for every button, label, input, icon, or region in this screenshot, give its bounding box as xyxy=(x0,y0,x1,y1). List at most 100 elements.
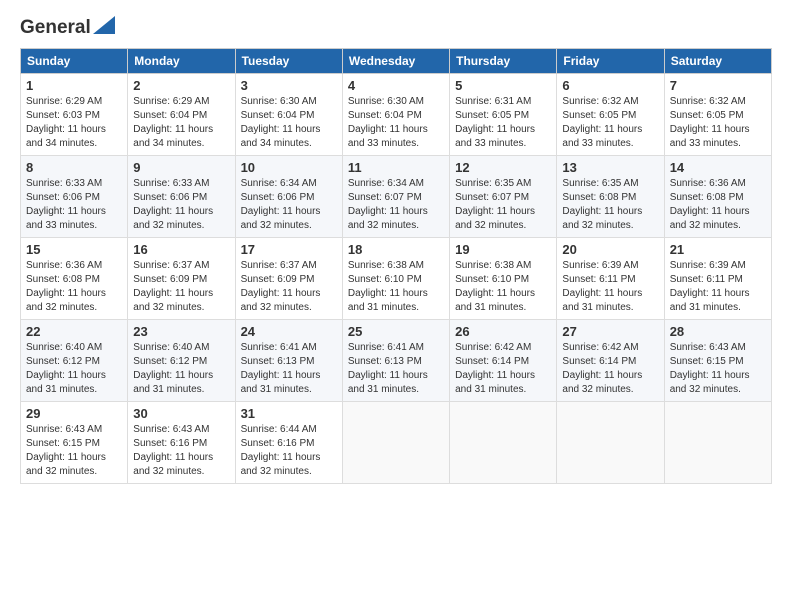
day-number: 13 xyxy=(562,160,658,175)
day-cell: 16 Sunrise: 6:37 AM Sunset: 6:09 PM Dayli… xyxy=(128,237,235,319)
week-row-2: 8Sunrise: 6:33 AM Sunset: 6:06 PM Daylig… xyxy=(21,155,772,237)
day-cell: 21 Sunrise: 6:39 AM Sunset: 6:11 PM Dayli… xyxy=(664,237,771,319)
day-cell: 4Sunrise: 6:30 AM Sunset: 6:04 PM Daylig… xyxy=(342,73,449,155)
week-row-5: 29 Sunrise: 6:43 AM Sunset: 6:15 PM Dayli… xyxy=(21,401,772,483)
day-number: 25 xyxy=(348,324,444,339)
day-info: Sunrise: 6:32 AM Sunset: 6:05 PM Dayligh… xyxy=(670,95,766,151)
day-cell: 7 Sunrise: 6:32 AM Sunset: 6:05 PM Daylig… xyxy=(664,73,771,155)
weekday-tuesday: Tuesday xyxy=(235,48,342,73)
day-number: 2 xyxy=(133,78,229,93)
day-info: Sunrise: 6:41 AM Sunset: 6:13 PM Dayligh… xyxy=(348,341,444,397)
logo: General xyxy=(20,16,115,38)
day-info: Sunrise: 6:32 AM Sunset: 6:05 PM Dayligh… xyxy=(562,95,658,151)
day-cell xyxy=(450,401,557,483)
day-cell: 31Sunrise: 6:44 AM Sunset: 6:16 PM Dayli… xyxy=(235,401,342,483)
weekday-wednesday: Wednesday xyxy=(342,48,449,73)
day-cell: 27Sunrise: 6:42 AM Sunset: 6:14 PM Dayli… xyxy=(557,319,664,401)
day-info: Sunrise: 6:42 AM Sunset: 6:14 PM Dayligh… xyxy=(455,341,551,397)
day-info: Sunrise: 6:40 AM Sunset: 6:12 PM Dayligh… xyxy=(26,341,122,397)
day-number: 28 xyxy=(670,324,766,339)
day-cell: 18 Sunrise: 6:38 AM Sunset: 6:10 PM Dayli… xyxy=(342,237,449,319)
day-info: Sunrise: 6:41 AM Sunset: 6:13 PM Dayligh… xyxy=(241,341,337,397)
day-info: Sunrise: 6:37 AM Sunset: 6:09 PM Dayligh… xyxy=(133,259,229,315)
weekday-header-row: SundayMondayTuesdayWednesdayThursdayFrid… xyxy=(21,48,772,73)
day-cell: 8Sunrise: 6:33 AM Sunset: 6:06 PM Daylig… xyxy=(21,155,128,237)
day-number: 18 xyxy=(348,242,444,257)
day-info: Sunrise: 6:39 AM Sunset: 6:11 PM Dayligh… xyxy=(562,259,658,315)
day-number: 10 xyxy=(241,160,337,175)
day-info: Sunrise: 6:30 AM Sunset: 6:04 PM Dayligh… xyxy=(348,95,444,151)
week-row-3: 15Sunrise: 6:36 AM Sunset: 6:08 PM Dayli… xyxy=(21,237,772,319)
day-number: 11 xyxy=(348,160,444,175)
day-cell: 13Sunrise: 6:35 AM Sunset: 6:08 PM Dayli… xyxy=(557,155,664,237)
day-cell: 20 Sunrise: 6:39 AM Sunset: 6:11 PM Dayli… xyxy=(557,237,664,319)
day-number: 14 xyxy=(670,160,766,175)
week-row-4: 22 Sunrise: 6:40 AM Sunset: 6:12 PM Dayli… xyxy=(21,319,772,401)
day-info: Sunrise: 6:43 AM Sunset: 6:15 PM Dayligh… xyxy=(670,341,766,397)
day-info: Sunrise: 6:36 AM Sunset: 6:08 PM Dayligh… xyxy=(670,177,766,233)
day-info: Sunrise: 6:34 AM Sunset: 6:07 PM Dayligh… xyxy=(348,177,444,233)
day-number: 3 xyxy=(241,78,337,93)
day-cell: 25 Sunrise: 6:41 AM Sunset: 6:13 PM Dayli… xyxy=(342,319,449,401)
day-info: Sunrise: 6:31 AM Sunset: 6:05 PM Dayligh… xyxy=(455,95,551,151)
calendar-table: SundayMondayTuesdayWednesdayThursdayFrid… xyxy=(20,48,772,484)
day-number: 7 xyxy=(670,78,766,93)
day-cell: 10 Sunrise: 6:34 AM Sunset: 6:06 PM Dayli… xyxy=(235,155,342,237)
day-number: 20 xyxy=(562,242,658,257)
day-cell: 19 Sunrise: 6:38 AM Sunset: 6:10 PM Dayli… xyxy=(450,237,557,319)
day-number: 22 xyxy=(26,324,122,339)
day-cell: 29 Sunrise: 6:43 AM Sunset: 6:15 PM Dayli… xyxy=(21,401,128,483)
day-cell: 9 Sunrise: 6:33 AM Sunset: 6:06 PM Daylig… xyxy=(128,155,235,237)
day-number: 24 xyxy=(241,324,337,339)
day-cell: 30 Sunrise: 6:43 AM Sunset: 6:16 PM Dayli… xyxy=(128,401,235,483)
day-info: Sunrise: 6:34 AM Sunset: 6:06 PM Dayligh… xyxy=(241,177,337,233)
day-info: Sunrise: 6:38 AM Sunset: 6:10 PM Dayligh… xyxy=(455,259,551,315)
day-number: 9 xyxy=(133,160,229,175)
day-number: 26 xyxy=(455,324,551,339)
day-cell: 24 Sunrise: 6:41 AM Sunset: 6:13 PM Dayli… xyxy=(235,319,342,401)
day-number: 6 xyxy=(562,78,658,93)
logo-text: General xyxy=(20,16,115,40)
weekday-saturday: Saturday xyxy=(664,48,771,73)
day-info: Sunrise: 6:33 AM Sunset: 6:06 PM Dayligh… xyxy=(133,177,229,233)
day-info: Sunrise: 6:37 AM Sunset: 6:09 PM Dayligh… xyxy=(241,259,337,315)
day-cell: 3 Sunrise: 6:30 AM Sunset: 6:04 PM Daylig… xyxy=(235,73,342,155)
day-cell: 5 Sunrise: 6:31 AM Sunset: 6:05 PM Daylig… xyxy=(450,73,557,155)
day-info: Sunrise: 6:33 AM Sunset: 6:06 PM Dayligh… xyxy=(26,177,122,233)
day-cell: 17Sunrise: 6:37 AM Sunset: 6:09 PM Dayli… xyxy=(235,237,342,319)
day-info: Sunrise: 6:30 AM Sunset: 6:04 PM Dayligh… xyxy=(241,95,337,151)
day-info: Sunrise: 6:29 AM Sunset: 6:03 PM Dayligh… xyxy=(26,95,122,151)
day-number: 29 xyxy=(26,406,122,421)
day-number: 30 xyxy=(133,406,229,421)
day-cell xyxy=(557,401,664,483)
day-info: Sunrise: 6:40 AM Sunset: 6:12 PM Dayligh… xyxy=(133,341,229,397)
day-info: Sunrise: 6:29 AM Sunset: 6:04 PM Dayligh… xyxy=(133,95,229,151)
day-cell: 26 Sunrise: 6:42 AM Sunset: 6:14 PM Dayli… xyxy=(450,319,557,401)
day-number: 19 xyxy=(455,242,551,257)
day-info: Sunrise: 6:39 AM Sunset: 6:11 PM Dayligh… xyxy=(670,259,766,315)
day-number: 5 xyxy=(455,78,551,93)
page: General SundayMondayTuesdayWednesda xyxy=(0,0,792,612)
day-number: 27 xyxy=(562,324,658,339)
day-info: Sunrise: 6:36 AM Sunset: 6:08 PM Dayligh… xyxy=(26,259,122,315)
day-info: Sunrise: 6:35 AM Sunset: 6:07 PM Dayligh… xyxy=(455,177,551,233)
day-cell: 2 Sunrise: 6:29 AM Sunset: 6:04 PM Daylig… xyxy=(128,73,235,155)
logo-icon xyxy=(93,16,115,34)
day-cell: 28 Sunrise: 6:43 AM Sunset: 6:15 PM Dayli… xyxy=(664,319,771,401)
day-cell: 15Sunrise: 6:36 AM Sunset: 6:08 PM Dayli… xyxy=(21,237,128,319)
day-number: 21 xyxy=(670,242,766,257)
day-info: Sunrise: 6:43 AM Sunset: 6:15 PM Dayligh… xyxy=(26,423,122,479)
week-row-1: 1 Sunrise: 6:29 AM Sunset: 6:03 PM Daylig… xyxy=(21,73,772,155)
weekday-monday: Monday xyxy=(128,48,235,73)
weekday-sunday: Sunday xyxy=(21,48,128,73)
day-number: 16 xyxy=(133,242,229,257)
day-cell: 6 Sunrise: 6:32 AM Sunset: 6:05 PM Daylig… xyxy=(557,73,664,155)
weekday-friday: Friday xyxy=(557,48,664,73)
day-info: Sunrise: 6:43 AM Sunset: 6:16 PM Dayligh… xyxy=(133,423,229,479)
day-cell: 12Sunrise: 6:35 AM Sunset: 6:07 PM Dayli… xyxy=(450,155,557,237)
day-number: 1 xyxy=(26,78,122,93)
day-info: Sunrise: 6:38 AM Sunset: 6:10 PM Dayligh… xyxy=(348,259,444,315)
day-cell: 22 Sunrise: 6:40 AM Sunset: 6:12 PM Dayli… xyxy=(21,319,128,401)
day-cell: 1 Sunrise: 6:29 AM Sunset: 6:03 PM Daylig… xyxy=(21,73,128,155)
weekday-thursday: Thursday xyxy=(450,48,557,73)
